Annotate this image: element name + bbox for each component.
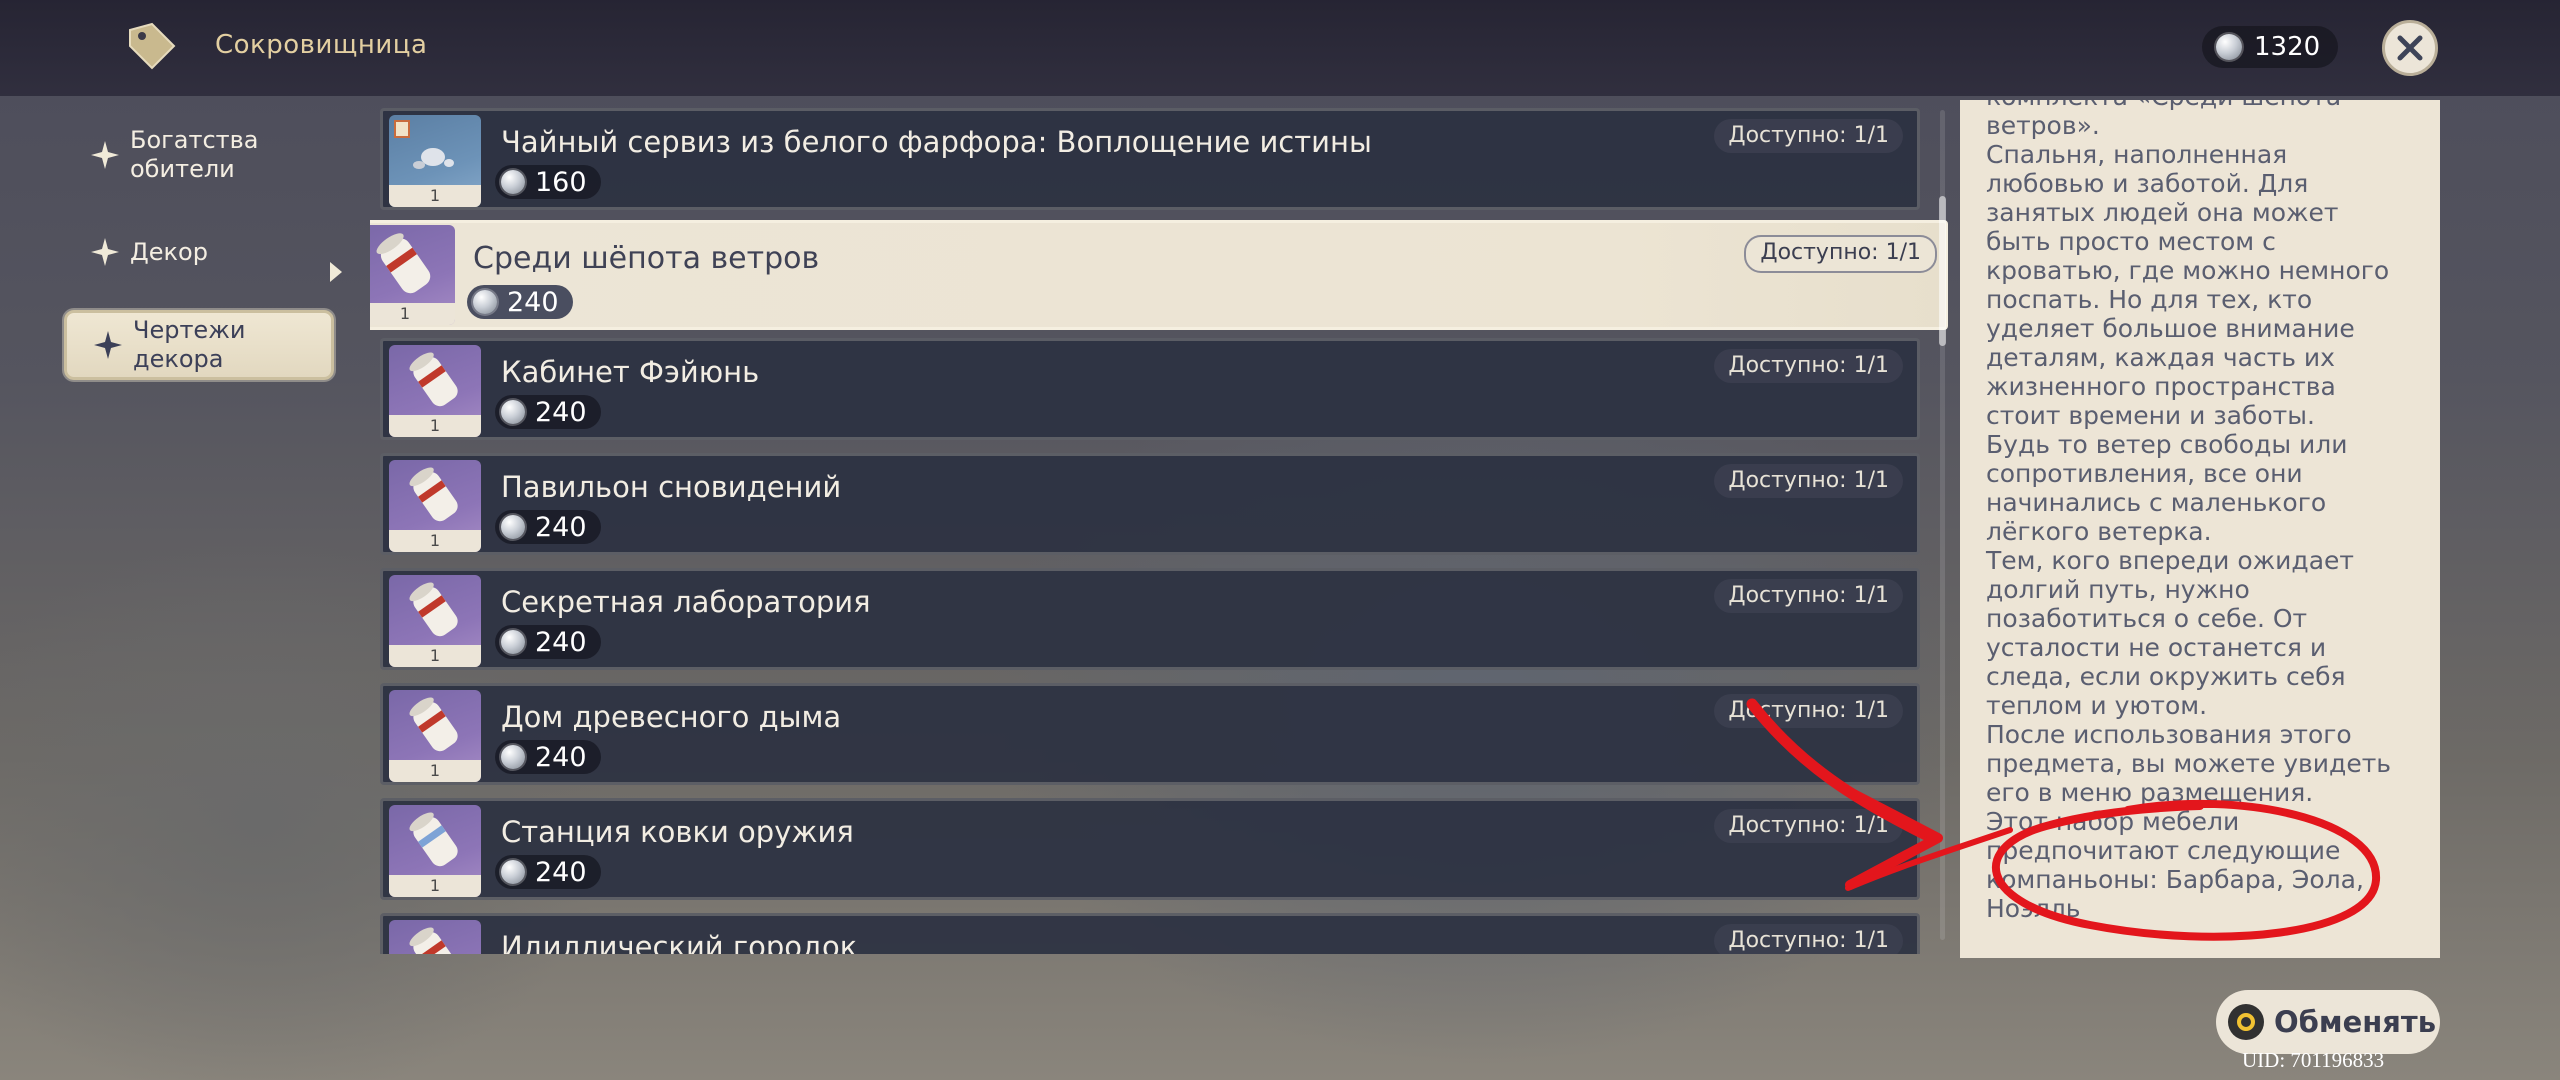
close-button[interactable]	[2382, 20, 2438, 76]
blueprint-scroll-icon	[409, 697, 458, 752]
item-thumbnail: 1	[389, 460, 481, 552]
price-value: 240	[535, 856, 587, 888]
item-count: 1	[370, 303, 455, 325]
sparkle-icon	[91, 238, 119, 266]
page-title: Сокровищница	[215, 30, 428, 60]
teapot-icon	[394, 120, 454, 169]
player-uid: UID: 701196833	[2242, 1048, 2385, 1072]
item-count: 1	[389, 530, 481, 552]
item-name: Чайный сервиз из белого фарфора: Воплоще…	[501, 125, 1372, 159]
list-item[interactable]: 1 Кабинет Фэйюнь 240 Доступно: 1/1	[380, 338, 1920, 440]
list-item[interactable]: 1 Дом древесного дыма 240 Доступно: 1/1	[380, 683, 1920, 785]
nav-item-abode-wealth[interactable]: Богатства обители	[64, 120, 334, 190]
price-value: 240	[507, 286, 559, 318]
price-value: 240	[535, 626, 587, 658]
coin-icon	[473, 290, 497, 314]
availability-badge: Доступно: 1/1	[1714, 809, 1903, 843]
item-name: Дом древесного дыма	[501, 700, 842, 734]
blueprint-scroll-icon	[409, 352, 458, 407]
list-item-selected[interactable]: 1 Среди шёпота ветров 240 Доступно: 1/1	[370, 220, 1948, 330]
item-price: 240	[495, 740, 601, 774]
blueprint-scroll-icon	[409, 582, 458, 637]
item-name: Идиллический городок	[501, 930, 858, 954]
coin-icon	[501, 630, 525, 654]
availability-badge: Доступно: 1/1	[1714, 349, 1903, 383]
exchange-button[interactable]: Обменять	[2216, 990, 2440, 1054]
list-item[interactable]: 1 Идиллический городок 240 Доступно: 1/1	[380, 913, 1920, 954]
list-item[interactable]: 1 Секретная лаборатория 240 Доступно: 1/…	[380, 568, 1920, 670]
availability-badge: Доступно: 1/1	[1714, 464, 1903, 498]
currency-display: 1320	[2202, 26, 2338, 68]
top-bar: Сокровищница 1320	[0, 0, 2560, 96]
blueprint-scroll-icon	[376, 233, 431, 294]
list-scrollbar-thumb[interactable]	[1939, 196, 1946, 346]
blueprint-scroll-icon	[409, 927, 458, 954]
blueprint-scroll-icon	[409, 467, 458, 522]
list-item[interactable]: 1 Станция ковки оружия 240 Доступно: 1/1	[380, 798, 1920, 900]
availability-badge: Доступно: 1/1	[1714, 579, 1903, 613]
item-price: 240	[495, 510, 601, 544]
item-count: 1	[389, 760, 481, 782]
nav-item-label: Богатства обители	[130, 126, 259, 183]
nav-item-label: Декор	[130, 237, 208, 266]
item-thumbnail: 1	[389, 920, 481, 954]
price-value: 240	[535, 511, 587, 543]
item-thumbnail: 1	[389, 575, 481, 667]
item-list: 1 Чайный сервиз из белого фарфора: Вопло…	[370, 104, 1950, 954]
item-price: 240	[495, 395, 601, 429]
item-price: 240	[467, 285, 573, 319]
sparkle-icon	[91, 141, 119, 169]
price-tag-icon	[129, 22, 176, 70]
nav-item-decor-blueprints[interactable]: Чертежи декора	[64, 310, 334, 380]
item-description: комплекта «Среди шёпота ветров». Спальня…	[1986, 100, 2392, 923]
item-name: Станция ковки оружия	[501, 815, 854, 849]
list-item[interactable]: 1 Павильон сновидений 240 Доступно: 1/1	[380, 453, 1920, 555]
coin-icon	[501, 515, 525, 539]
price-value: 240	[535, 741, 587, 773]
availability-badge: Доступно: 1/1	[1744, 235, 1937, 273]
price-value: 240	[535, 396, 587, 428]
sparkle-icon	[94, 331, 122, 359]
exchange-label: Обменять	[2274, 1005, 2437, 1039]
coin-icon	[501, 745, 525, 769]
item-count: 1	[389, 875, 481, 897]
item-count: 1	[389, 185, 481, 207]
coin-icon	[501, 860, 525, 884]
list-item[interactable]: 1 Чайный сервиз из белого фарфора: Вопло…	[380, 108, 1920, 210]
blueprint-scroll-icon	[409, 812, 458, 867]
coin-icon	[501, 400, 525, 424]
availability-badge: Доступно: 1/1	[1714, 924, 1903, 954]
currency-amount: 1320	[2254, 32, 2321, 62]
item-count: 1	[389, 645, 481, 667]
item-name: Среди шёпота ветров	[473, 241, 820, 276]
item-description-panel[interactable]: комплекта «Среди шёпота ветров». Спальня…	[1960, 100, 2440, 958]
item-price: 240	[495, 625, 601, 659]
item-thumbnail: 1	[389, 805, 481, 897]
nav-expand-arrow-icon	[330, 262, 342, 282]
nav-item-decor[interactable]: Декор	[64, 217, 334, 287]
item-name: Павильон сновидений	[501, 470, 842, 504]
item-thumbnail: 1	[389, 345, 481, 437]
coin-icon	[2216, 34, 2242, 60]
item-thumbnail: 1	[370, 225, 455, 325]
item-name: Кабинет Фэйюнь	[501, 355, 760, 389]
close-icon	[2397, 35, 2423, 61]
nav-item-label: Чертежи декора	[133, 316, 246, 373]
item-thumbnail: 1	[389, 690, 481, 782]
item-count: 1	[389, 415, 481, 437]
item-thumbnail: 1	[389, 115, 481, 207]
availability-badge: Доступно: 1/1	[1714, 119, 1903, 153]
coin-icon	[501, 170, 525, 194]
price-value: 160	[535, 166, 587, 198]
item-price: 160	[495, 165, 601, 199]
availability-badge: Доступно: 1/1	[1714, 694, 1903, 728]
item-price: 240	[495, 855, 601, 889]
item-name: Секретная лаборатория	[501, 585, 871, 619]
controller-button-icon	[2228, 1004, 2264, 1040]
